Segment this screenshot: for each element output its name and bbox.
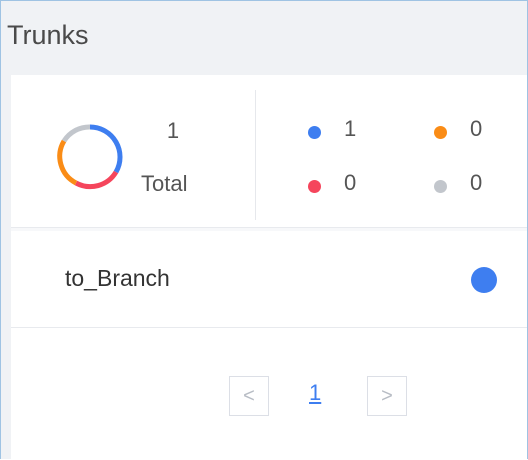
prev-page-button[interactable]: <: [229, 376, 269, 416]
donut-segment-gray: [61, 124, 91, 143]
orange-status-dot: [434, 126, 447, 139]
blue-status-dot: [308, 126, 321, 139]
donut-segment-orange: [57, 139, 78, 186]
red-status-dot: [308, 180, 321, 193]
trunk-summary: 1 Total 1 0 0 0: [11, 75, 527, 228]
trunk-status-icon: [471, 267, 497, 293]
trunks-panel: Trunks 1 Total 1 0 0 0 to_Branch < 1 >: [0, 0, 528, 459]
status-donut-chart: [57, 124, 123, 190]
total-count: 1: [166, 118, 180, 143]
next-page-button[interactable]: >: [367, 376, 407, 416]
stat-red-value: 0: [344, 170, 357, 195]
panel-title: Trunks: [7, 20, 89, 50]
summary-divider: [255, 90, 256, 220]
trunk-name[interactable]: to_Branch: [65, 265, 170, 292]
stat-blue-value: 1: [344, 116, 357, 141]
stat-gray-value: 0: [470, 170, 483, 195]
pagination: < 1 >: [11, 328, 527, 459]
total-label: Total: [141, 171, 188, 196]
donut-segment-blue: [89, 124, 123, 174]
trunk-row[interactable]: to_Branch: [11, 231, 527, 328]
stat-orange-value: 0: [470, 116, 483, 141]
donut-segment-red: [74, 170, 119, 190]
page-number-1[interactable]: 1: [309, 380, 321, 406]
trunks-card: 1 Total 1 0 0 0 to_Branch < 1 >: [11, 75, 527, 459]
gray-status-dot: [434, 180, 447, 193]
